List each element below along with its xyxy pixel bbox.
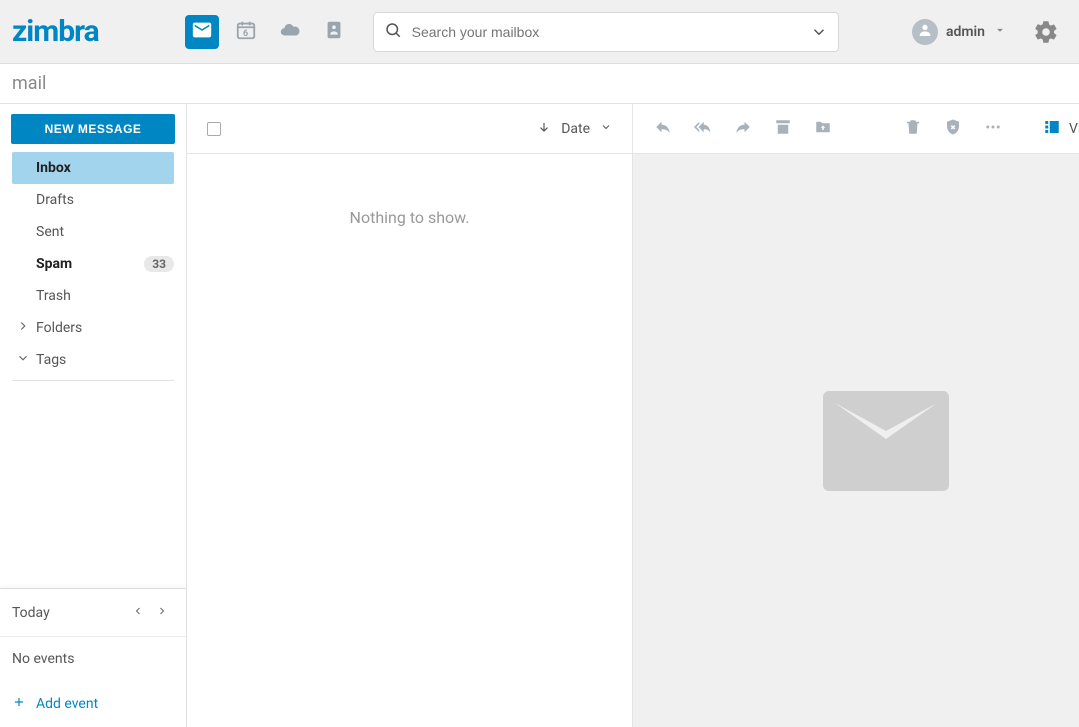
forward-icon (734, 118, 752, 140)
caret-down-icon (993, 23, 1007, 41)
folder-drafts[interactable]: Drafts (0, 184, 186, 216)
tags-group[interactable]: Tags (0, 344, 186, 376)
message-toolbar: View (633, 104, 1079, 154)
add-event-button[interactable]: Add event (0, 681, 186, 727)
empty-message: Nothing to show. (187, 154, 632, 227)
chevron-right-icon (156, 605, 168, 621)
sort-arrow-down-icon (537, 120, 551, 138)
spam-button[interactable] (943, 119, 963, 139)
person-icon (917, 22, 933, 42)
delete-button[interactable] (903, 119, 923, 139)
folders-group-label: Folders (36, 320, 82, 336)
select-all-checkbox[interactable] (207, 122, 221, 136)
folder-label: Spam (36, 256, 144, 272)
more-icon (984, 118, 1002, 140)
folder-count-badge: 33 (144, 256, 174, 272)
app-tab-mail[interactable] (185, 15, 219, 49)
new-message-button[interactable]: NEW MESSAGE (11, 114, 175, 144)
settings-button[interactable] (1033, 19, 1059, 45)
chevron-right-icon (16, 319, 36, 337)
avatar (912, 19, 938, 45)
folder-sent[interactable]: Sent (0, 216, 186, 248)
shield-x-icon (944, 118, 962, 140)
folder-label: Sent (36, 224, 174, 240)
search-dropdown-icon[interactable] (810, 23, 828, 41)
list-header: Date (187, 104, 632, 154)
folder-inbox[interactable]: Inbox (12, 152, 174, 184)
folder-label: Trash (36, 288, 174, 304)
gear-icon (1033, 33, 1059, 49)
chevron-down-icon (16, 351, 36, 369)
sort-label: Date (561, 121, 590, 137)
prev-day-button[interactable] (126, 601, 150, 625)
view-layout-icon (1043, 118, 1061, 140)
folders-group[interactable]: Folders (0, 312, 186, 344)
next-day-button[interactable] (150, 601, 174, 625)
breadcrumb-label: mail (12, 73, 46, 94)
no-events-label: No events (0, 637, 186, 681)
user-name: admin (946, 24, 985, 40)
search-icon (384, 21, 402, 43)
contacts-icon (323, 19, 345, 45)
calendar-date: 6 (243, 29, 248, 39)
more-button[interactable] (983, 119, 1003, 139)
mail-icon (191, 19, 213, 45)
sidebar: NEW MESSAGE Inbox Drafts Sent Spam 33 Tr… (0, 104, 187, 727)
reply-all-icon (694, 118, 712, 140)
search-box[interactable] (373, 12, 839, 52)
reading-pane: View (633, 104, 1079, 727)
today-label: Today (12, 605, 126, 621)
chevron-left-icon (132, 605, 144, 621)
reply-all-button[interactable] (693, 119, 713, 139)
tags-group-label: Tags (36, 352, 66, 368)
archive-icon (774, 118, 792, 140)
folder-trash[interactable]: Trash (0, 280, 186, 312)
app-tab-cloud[interactable] (273, 15, 307, 49)
app-tab-calendar[interactable]: 6 (229, 15, 263, 49)
folder-list: Inbox Drafts Sent Spam 33 Trash (0, 152, 186, 312)
breadcrumb: mail (0, 64, 1079, 104)
empty-envelope-icon (823, 391, 949, 491)
view-label: View (1069, 121, 1079, 137)
move-button[interactable] (813, 119, 833, 139)
app-tabs: 6 (185, 15, 351, 49)
trash-icon (904, 118, 922, 140)
user-menu[interactable]: admin (912, 19, 1007, 45)
add-event-label: Add event (36, 696, 98, 712)
forward-button[interactable] (733, 119, 753, 139)
divider (12, 380, 174, 381)
chevron-down-icon (600, 121, 612, 137)
search-input[interactable] (412, 24, 810, 40)
mini-calendar: Today No events Add event (0, 588, 186, 727)
sort-button[interactable]: Date (537, 120, 612, 138)
plus-icon (12, 695, 26, 713)
folder-move-icon (814, 118, 832, 140)
reply-button[interactable] (653, 119, 673, 139)
app-tab-contacts[interactable] (317, 15, 351, 49)
folder-spam[interactable]: Spam 33 (0, 248, 186, 280)
message-list-pane: Date Nothing to show. (187, 104, 633, 727)
folder-label: Inbox (36, 160, 162, 176)
folder-label: Drafts (36, 192, 174, 208)
view-button[interactable]: View (1043, 118, 1079, 140)
brand-logo[interactable]: zimbra (12, 14, 99, 49)
archive-button[interactable] (773, 119, 793, 139)
cloud-icon (279, 19, 301, 45)
reply-icon (654, 118, 672, 140)
